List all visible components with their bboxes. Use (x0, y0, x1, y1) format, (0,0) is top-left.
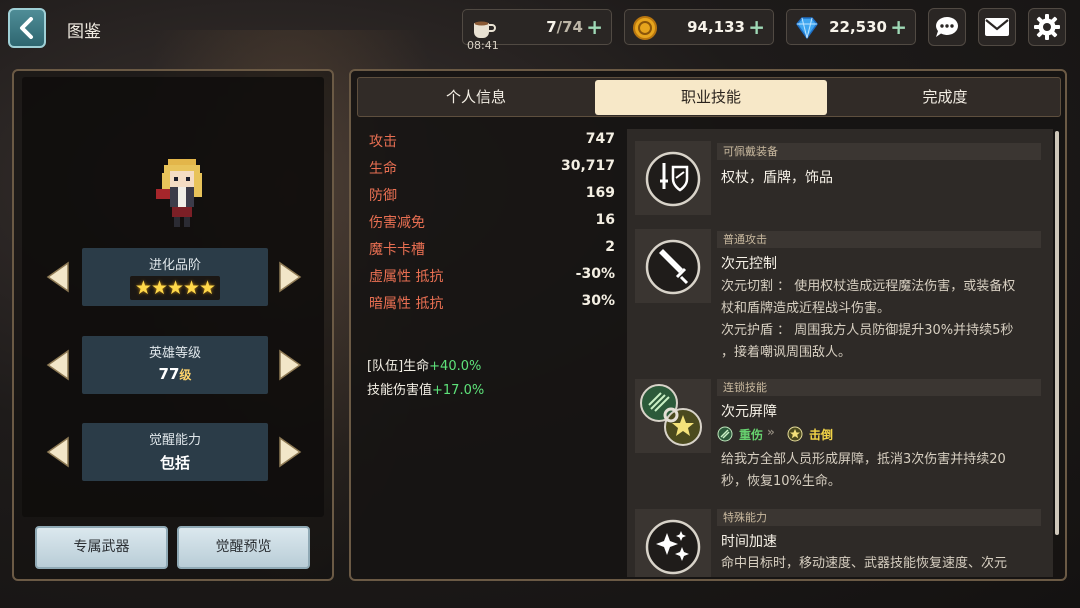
normal-skill-name: 次元控制 (721, 256, 777, 272)
bonus-row: [队伍]生命+40.0% (367, 359, 482, 374)
sword-slash-icon (645, 239, 701, 295)
skills-scrollbar[interactable] (1055, 131, 1059, 535)
stat-row: 生命 30,717 (369, 158, 615, 177)
settings-button[interactable] (1028, 8, 1066, 46)
level-next-arrow[interactable] (278, 349, 302, 381)
tab-class-skills[interactable]: 职业技能 (595, 80, 827, 115)
chat-button[interactable] (928, 8, 966, 46)
stat-row: 暗属性 抵抗 30% (369, 293, 615, 312)
tab-bar: 个人信息 职业技能 完成度 (357, 77, 1061, 117)
gold-resource[interactable]: 94,133 + (624, 9, 774, 45)
evolution-box: 进化品阶 ★★★★★ (82, 248, 268, 306)
chain-skill-icon (640, 384, 702, 446)
injury-status-icon (717, 426, 733, 442)
chevron-left-icon (20, 17, 33, 39)
awaken-preview-button[interactable]: 觉醒预览 (177, 526, 310, 569)
evolution-next-arrow[interactable] (278, 261, 302, 293)
mail-envelope-icon (985, 18, 1009, 36)
level-label: 英雄等级 (148, 346, 201, 361)
normal-skill-line: ，接着嘲讽周围敌人。 (721, 345, 852, 360)
exclusive-weapon-button[interactable]: 专属武器 (35, 526, 168, 569)
info-panel: 个人信息 职业技能 完成度 攻击 747 生命 30,717 防御 169 伤害减免 1… (349, 69, 1067, 581)
diamond-gem-icon (796, 17, 818, 40)
skill-header-equip: 可佩戴装备 (717, 143, 1041, 160)
back-button[interactable] (8, 8, 46, 48)
awaken-box: 觉醒能力 包括 (82, 423, 268, 481)
tab-personal-info[interactable]: 个人信息 (360, 80, 592, 115)
stat-row: 虚属性 抵抗 -30% (369, 266, 615, 285)
add-gem-icon[interactable]: + (890, 15, 907, 39)
special-skill-name: 时间加速 (721, 534, 777, 550)
hero-panel: 进化品阶 ★★★★★ 英雄等级 77级 觉醒能力 包括 (12, 69, 334, 581)
stats-list: 攻击 747 生命 30,717 防御 169 伤害减免 16 魔卡卡槽 2 虚属性 抵抗… (357, 127, 621, 577)
normal-skill-line: 次元切割 ： 使用权杖造成远程魔法伤害，或装备权 (721, 279, 1016, 294)
chain-skill-line: 给我方全部人员形成屏障，抵消3次伤害并持续20 (721, 452, 1006, 467)
level-value: 77级 (158, 365, 192, 383)
evolution-label: 进化品阶 (148, 258, 201, 273)
knockdown-status-icon (787, 426, 803, 442)
chain-to-tag: 击倒 (809, 428, 834, 442)
stat-row: 伤害减免 16 (369, 212, 615, 231)
normal-skill-line: 杖和盾牌造成近程战斗伤害。 (721, 301, 891, 316)
chain-condition: 重伤 » 击倒 (717, 425, 917, 445)
bonus-row: 技能伤害值+17.0% (367, 383, 485, 398)
equip-text: 权杖，盾牌，饰品 (721, 170, 833, 186)
chain-skill-line: 秒，恢复10%生命。 (721, 474, 841, 489)
chain-from-tag: 重伤 (739, 428, 764, 442)
stat-row: 魔卡卡槽 2 (369, 239, 615, 258)
awaken-value: 包括 (159, 454, 190, 472)
chat-bubble-icon (935, 16, 958, 37)
hero-pixel-sprite (156, 159, 202, 227)
normal-skill-line: 次元护盾 ： 周围我方人员防御提升30%并持续5秒 (721, 323, 1014, 338)
awaken-prev-arrow[interactable] (46, 436, 70, 468)
awaken-label: 觉醒能力 (148, 433, 201, 448)
add-gold-icon[interactable]: + (748, 15, 765, 39)
gear-icon (1034, 14, 1060, 40)
gold-coin-icon (633, 16, 657, 40)
skill-header-normal: 普通攻击 (717, 231, 1041, 248)
level-prev-arrow[interactable] (46, 349, 70, 381)
special-skill-line: 命中目标时，移动速度、武器技能恢复速度、次元 (721, 556, 1008, 571)
skill-header-chain: 连锁技能 (717, 379, 1041, 396)
stamina-timer: 08:41 (467, 39, 499, 52)
sparkle-stars-icon (645, 519, 701, 575)
chain-skill-name: 次元屏障 (721, 404, 777, 420)
add-stamina-icon[interactable]: + (586, 15, 603, 39)
stamina-value: 7/74 (546, 18, 583, 36)
gold-value: 94,133 (687, 18, 745, 36)
skills-list: 可佩戴装备 权杖，盾牌，饰品 普通攻击 次元控制 次元切割 ： 使用权杖造成远程… (627, 129, 1053, 577)
stat-row: 防御 169 (369, 185, 615, 204)
sword-shield-icon (645, 151, 701, 207)
evolution-prev-arrow[interactable] (46, 261, 70, 293)
awaken-next-arrow[interactable] (278, 436, 302, 468)
chain-arrow-icon: » (767, 425, 775, 439)
coffee-cup-icon (474, 21, 496, 38)
evolution-stars: ★★★★★ (129, 276, 221, 300)
stat-row: 攻击 747 (369, 131, 615, 150)
level-box: 英雄等级 77级 (82, 336, 268, 394)
gem-value: 22,530 (829, 18, 887, 36)
tab-completion[interactable]: 完成度 (830, 80, 1060, 115)
gem-resource[interactable]: 22,530 + (786, 9, 916, 45)
page-title: 图鉴 (67, 22, 101, 42)
mail-button[interactable] (978, 8, 1016, 46)
stamina-resource[interactable]: 08:41 7/74 + (462, 9, 612, 52)
skill-header-special: 特殊能力 (717, 509, 1041, 526)
